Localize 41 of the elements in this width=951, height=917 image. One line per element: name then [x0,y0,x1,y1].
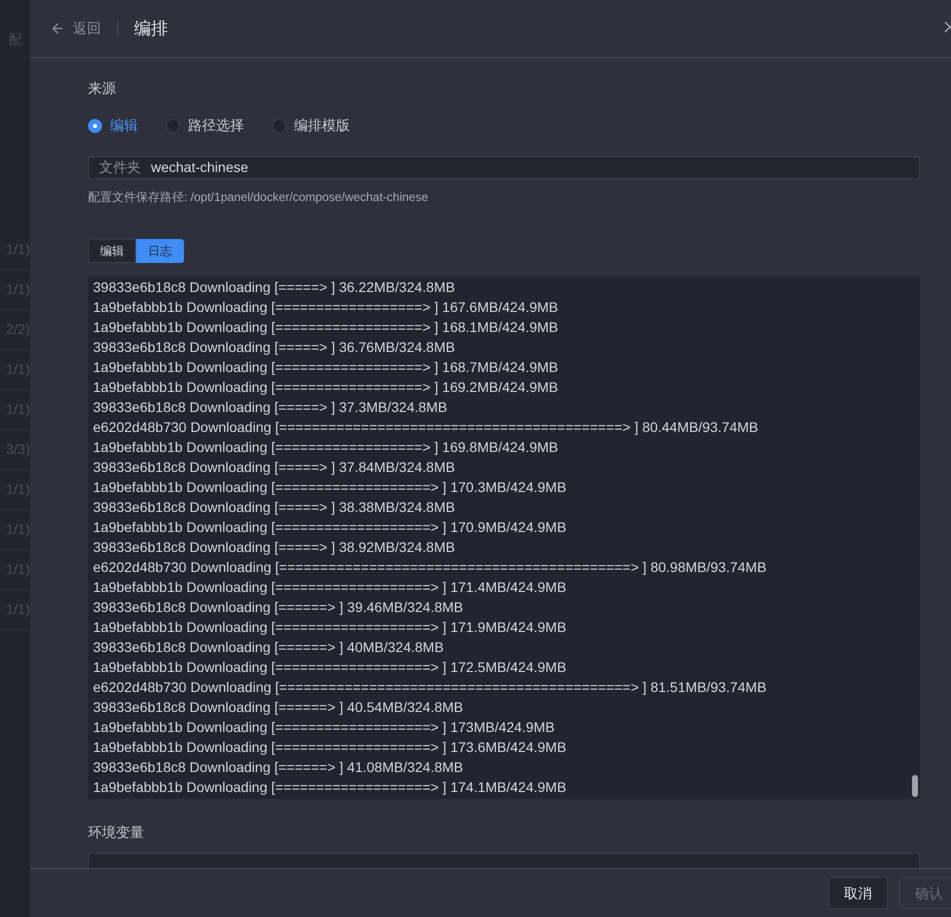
folder-prefix: 文件夹 [99,158,141,177]
back-button[interactable]: 返回 [50,18,101,39]
log-line: 39833e6b18c8 Downloading [=====> ] 36.22MB/324.8MB [93,278,455,297]
tab[interactable]: 日志 [136,239,184,263]
radio-option[interactable]: 路径选择 [166,115,244,136]
log-line: 39833e6b18c8 Downloading [======> ] 40.54MB/324.8MB [93,698,464,717]
cancel-button[interactable]: 取消 [828,877,888,909]
log-line: e6202d48b730 Downloading [===========================================> ] 81.51MB/93.74MB [93,678,766,697]
log-line: 1a9befabbb1b Downloading [===================> ] 172.5MB/424.9MB [93,658,566,677]
tab[interactable]: 编辑 [88,239,136,263]
log-line: 1a9befabbb1b Downloading [==================> ] 167.6MB/424.9MB [93,298,558,317]
folder-input-field[interactable]: 文件夹 wechat-chinese [88,156,920,179]
log-line: e6202d48b730 Downloading [==========================================> ] 80.44MB/93.74MB [93,418,758,437]
log-line: 39833e6b18c8 Downloading [======> ] 40MB/324.8MB [93,638,444,657]
log-line: 1a9befabbb1b Downloading [==================> ] 168.1MB/424.9MB [93,318,558,337]
folder-value: wechat-chinese [151,158,248,177]
radio-option[interactable]: 编排模版 [272,115,350,136]
log-line: 1a9befabbb1b Downloading [===================> ] 170.9MB/424.9MB [93,518,566,537]
source-label: 来源 [88,79,117,98]
log-line: 1a9befabbb1b Downloading [===================> ] 173.6MB/424.9MB [93,738,566,757]
env-label: 环境变量 [88,823,145,842]
log-line: 1a9befabbb1b Downloading [===================> ] 174.1MB/424.9MB [93,778,566,797]
radio-option[interactable]: 编辑 [88,115,138,136]
log-line: 1a9befabbb1b Downloading [===================> ] 173MB/424.9MB [93,718,555,737]
drawer-title: 编排 [134,18,168,40]
log-line: 1a9befabbb1b Downloading [==================> ] 169.8MB/424.9MB [93,438,558,457]
log-line: 39833e6b18c8 Downloading [=====> ] 38.38MB/324.8MB [93,498,455,517]
log-line: 39833e6b18c8 Downloading [=====> ] 36.76MB/324.8MB [93,338,455,357]
log-line: 1a9befabbb1b Downloading [===================> ] 171.9MB/424.9MB [93,618,566,637]
log-line: e6202d48b730 Downloading [===========================================> ] 80.98MB/93.74MB [93,558,766,577]
log-line: 39833e6b18c8 Downloading [=====> ] 37.3MB/324.8MB [93,398,448,417]
log-line: 1a9befabbb1b Downloading [==================> ] 169.2MB/424.9MB [93,378,558,397]
log-line: 39833e6b18c8 Downloading [=====> ] 38.92MB/324.8MB [93,538,455,557]
log-line: 39833e6b18c8 Downloading [======> ] 39.46MB/324.8MB [93,598,464,617]
scrollbar-icon[interactable] [912,775,918,797]
log-line: 1a9befabbb1b Downloading [===================> ] 170.3MB/424.9MB [93,478,566,497]
log-line: 39833e6b18c8 Downloading [======> ] 41.08MB/324.8MB [93,758,464,777]
log-line: 1a9befabbb1b Downloading [===================> ] 171.4MB/424.9MB [93,578,566,597]
log-line: 1a9befabbb1b Downloading [==================> ] 168.7MB/424.9MB [93,358,558,377]
log-line: 39833e6b18c8 Downloading [=====> ] 37.84MB/324.8MB [93,458,455,477]
path-hint: 配置文件保存路径: /opt/1panel/docker/compose/wechat-chinese [88,189,430,206]
